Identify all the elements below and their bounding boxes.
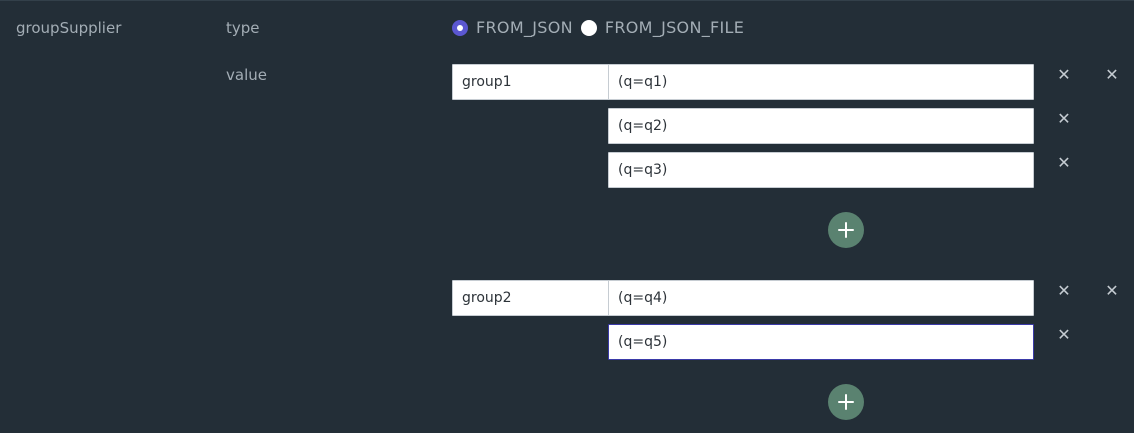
radio-from-json-label[interactable]: FROM_JSON — [476, 18, 573, 37]
group1-value-input-1[interactable] — [608, 64, 1034, 100]
add-value-plus-icon[interactable] — [828, 384, 864, 420]
remove-value-close-icon[interactable]: ✕ — [1056, 283, 1072, 299]
group1-value-input-2[interactable] — [608, 108, 1034, 144]
type-radio-group: FROM_JSON FROM_JSON_FILE — [452, 18, 752, 37]
remove-group1-close-icon[interactable]: ✕ — [1104, 67, 1120, 83]
remove-value-close-icon[interactable]: ✕ — [1056, 111, 1072, 127]
add-value-plus-icon[interactable] — [828, 212, 864, 248]
group-supplier-editor: groupSupplier type value FROM_JSON FROM_… — [0, 0, 1134, 433]
group2-key-input[interactable] — [452, 280, 610, 316]
group2-value-input-2[interactable] — [608, 324, 1034, 360]
remove-value-close-icon[interactable]: ✕ — [1056, 155, 1072, 171]
type-label: type — [226, 19, 260, 37]
remove-value-close-icon[interactable]: ✕ — [1056, 327, 1072, 343]
remove-group2-close-icon[interactable]: ✕ — [1104, 283, 1120, 299]
value-label: value — [226, 66, 267, 84]
remove-value-close-icon[interactable]: ✕ — [1056, 67, 1072, 83]
field-name: groupSupplier — [16, 19, 122, 37]
radio-from-json-file[interactable] — [580, 19, 597, 36]
group1-value-input-3[interactable] — [608, 152, 1034, 188]
group1-key-input[interactable] — [452, 64, 610, 100]
radio-from-json-file-label[interactable]: FROM_JSON_FILE — [605, 18, 744, 37]
group2-value-input-1[interactable] — [608, 280, 1034, 316]
radio-from-json[interactable] — [452, 19, 468, 36]
